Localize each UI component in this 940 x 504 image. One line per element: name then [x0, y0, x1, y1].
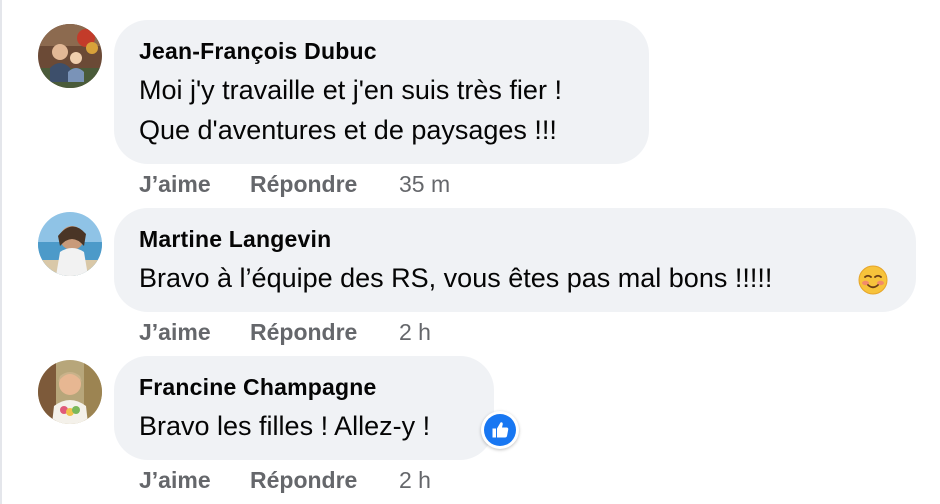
reply-link[interactable]: Répondre — [250, 466, 357, 494]
like-link[interactable]: J’aime — [139, 466, 211, 494]
avatar[interactable] — [38, 24, 102, 88]
comment-bubble: Francine Champagne Bravo les filles ! Al… — [114, 356, 494, 460]
comment-author[interactable]: Jean-François Dubuc — [139, 37, 624, 65]
reply-link[interactable]: Répondre — [250, 170, 357, 198]
comment-timestamp[interactable]: 2 h — [399, 466, 431, 494]
comment-text-line: Que d'aventures et de paysages !!! — [139, 115, 557, 145]
comment-text-line: Bravo à l’équipe des RS, vous êtes pas m… — [139, 263, 773, 293]
comment-timestamp[interactable]: 2 h — [399, 318, 431, 346]
avatar[interactable] — [38, 360, 102, 424]
reaction-badge[interactable] — [481, 411, 519, 449]
thread-line — [0, 0, 2, 504]
like-link[interactable]: J’aime — [139, 318, 211, 346]
comment-text-line: Bravo les filles ! Allez-y ! — [139, 411, 431, 441]
comment-bubble: Martine Langevin Bravo à l’équipe des RS… — [114, 208, 916, 312]
like-icon — [484, 414, 516, 446]
comment-author[interactable]: Martine Langevin — [139, 225, 891, 253]
smiling-face-icon — [858, 265, 888, 295]
comment-timestamp[interactable]: 35 m — [399, 170, 450, 198]
comment-author[interactable]: Francine Champagne — [139, 373, 469, 401]
comment-text: Bravo à l’équipe des RS, vous êtes pas m… — [139, 258, 891, 298]
avatar[interactable] — [38, 212, 102, 276]
comment-bubble: Jean-François Dubuc Moi j'y travaille et… — [114, 20, 649, 164]
comment-text: Moi j'y travaille et j'en suis très fier… — [139, 70, 624, 150]
reply-link[interactable]: Répondre — [250, 318, 357, 346]
like-link[interactable]: J’aime — [139, 170, 211, 198]
comment-text: Bravo les filles ! Allez-y ! — [139, 406, 469, 446]
comment-text-line: Moi j'y travaille et j'en suis très fier… — [139, 75, 562, 105]
